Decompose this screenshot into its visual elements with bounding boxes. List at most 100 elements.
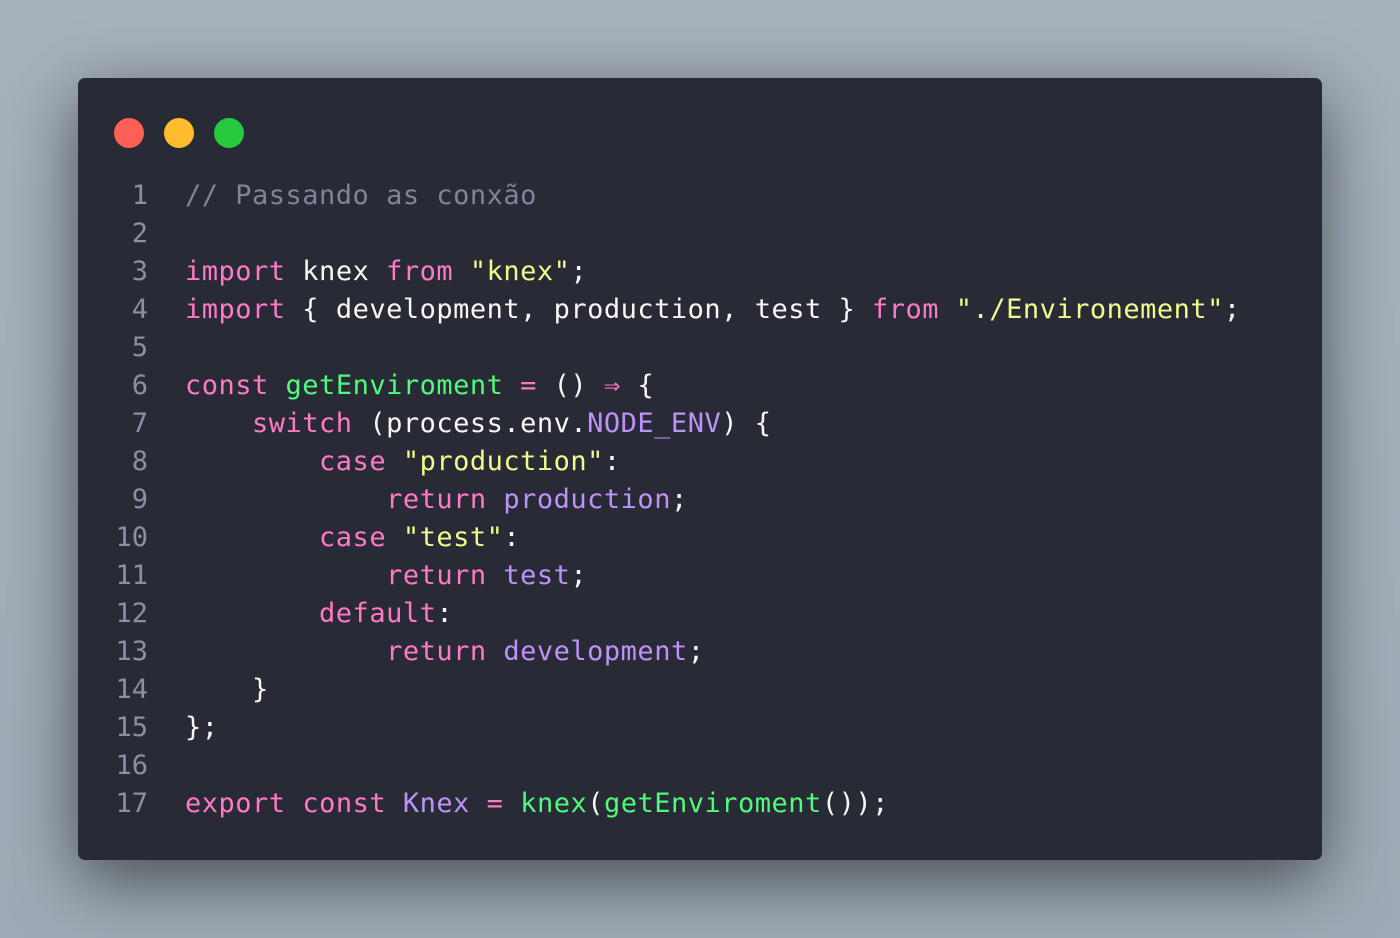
line-number: 4 [131, 294, 148, 325]
code-line: 2 [78, 215, 1322, 253]
zoom-button[interactable] [214, 118, 244, 148]
code-token-plain: : [503, 522, 521, 553]
code-line: 12 default: [78, 595, 1322, 633]
line-content: switch (process.env.NODE_ENV) { [185, 405, 771, 443]
code-block: 1 // Passando as conxão 2 3 import knex from… [78, 177, 1322, 823]
code-token-keyword: from [872, 294, 940, 325]
line-content: return production; [185, 481, 688, 519]
code-token-keyword: import [185, 256, 286, 287]
line-number: 13 [115, 636, 148, 667]
line-number: 5 [131, 332, 148, 363]
code-line: 17 export const Knex = knex(getEnviroment… [78, 785, 1322, 823]
code-token-plain: } [185, 674, 269, 705]
code-token-keyword: switch [252, 408, 353, 439]
line-content: export const Knex = knex(getEnviroment()… [185, 785, 889, 823]
code-token-plain: ()); [821, 788, 889, 819]
code-token-keyword: default [319, 598, 437, 629]
code-window: 1 // Passando as conxão 2 3 import knex from… [78, 78, 1322, 860]
code-token-function: getEnviroment [285, 370, 504, 401]
code-token-plain: ; [1223, 294, 1241, 325]
code-token-constant: NODE_ENV [587, 408, 722, 439]
code-line: 16 [78, 747, 1322, 785]
code-token-keyword: = [520, 370, 537, 401]
code-token-constant: test [503, 560, 571, 591]
code-token-keyword: const [185, 370, 269, 401]
code-token-keyword: return [386, 484, 487, 515]
code-token-string: "knex" [469, 256, 571, 287]
line-number: 12 [115, 598, 148, 629]
code-token-function: knex [520, 788, 588, 819]
code-line: 11 return test; [78, 557, 1322, 595]
code-token-plain: (process.env. [352, 408, 588, 439]
line-number: 3 [131, 256, 148, 287]
line-number: 6 [131, 370, 148, 401]
code-line: 15}; [78, 709, 1322, 747]
line-number: 10 [115, 522, 148, 553]
code-token-plain: ( [587, 788, 604, 819]
code-token-constant: Knex [402, 788, 470, 819]
code-token-function: getEnviroment [603, 788, 822, 819]
code-line: 9 return production; [78, 481, 1322, 519]
code-token-keyword: export [185, 788, 286, 819]
line-number: 1 [131, 180, 148, 211]
code-token-keyword: import [185, 294, 286, 325]
code-token-constant: production [503, 484, 671, 515]
code-token-plain: { development, production, test } [285, 294, 872, 325]
code-token-keyword: from [386, 256, 454, 287]
line-content: default: [185, 595, 453, 633]
code-line: 8 case "production": [78, 443, 1322, 481]
code-token-plain: }; [185, 712, 219, 743]
code-token-plain: ) { [721, 408, 772, 439]
code-token-plain: knex [285, 256, 387, 287]
code-token-constant: development [503, 636, 688, 667]
line-number: 8 [131, 446, 148, 477]
line-number: 14 [115, 674, 148, 705]
code-token-plain: ; [670, 484, 688, 515]
code-token-plain: ; [570, 560, 588, 591]
code-token-keyword: = [486, 788, 504, 819]
line-number: 16 [115, 750, 148, 781]
code-token-plain: ; [570, 256, 588, 287]
code-token-string: "./Environement" [955, 294, 1224, 325]
code-token-keyword: return [386, 636, 487, 667]
code-line: 7 switch (process.env.NODE_ENV) { [78, 405, 1322, 443]
line-content: import { development, production, test }… [185, 291, 1241, 329]
code-line: 6 const getEnviroment = () ⇒ { [78, 367, 1322, 405]
code-token-keyword: return [386, 560, 487, 591]
code-token-plain: ; [687, 636, 705, 667]
line-number: 9 [131, 484, 148, 515]
line-content: }; [185, 709, 219, 747]
code-token-comment: // Passando as conxão [185, 180, 537, 211]
line-number: 2 [131, 218, 148, 249]
minimize-button[interactable] [164, 118, 194, 148]
code-token-plain: { [620, 370, 655, 401]
line-content: case "production": [185, 443, 621, 481]
code-token-string: "test" [402, 522, 504, 553]
close-button[interactable] [114, 118, 144, 148]
code-line: 1 // Passando as conxão [78, 177, 1322, 215]
code-token-plain: () [536, 370, 604, 401]
code-line: 3 import knex from "knex"; [78, 253, 1322, 291]
line-content: return development; [185, 633, 704, 671]
line-content: // Passando as conxão [185, 177, 537, 215]
line-number: 15 [115, 712, 148, 743]
code-line: 13 return development; [78, 633, 1322, 671]
line-number: 11 [115, 560, 148, 591]
code-token-keyword: ⇒ [603, 370, 621, 401]
